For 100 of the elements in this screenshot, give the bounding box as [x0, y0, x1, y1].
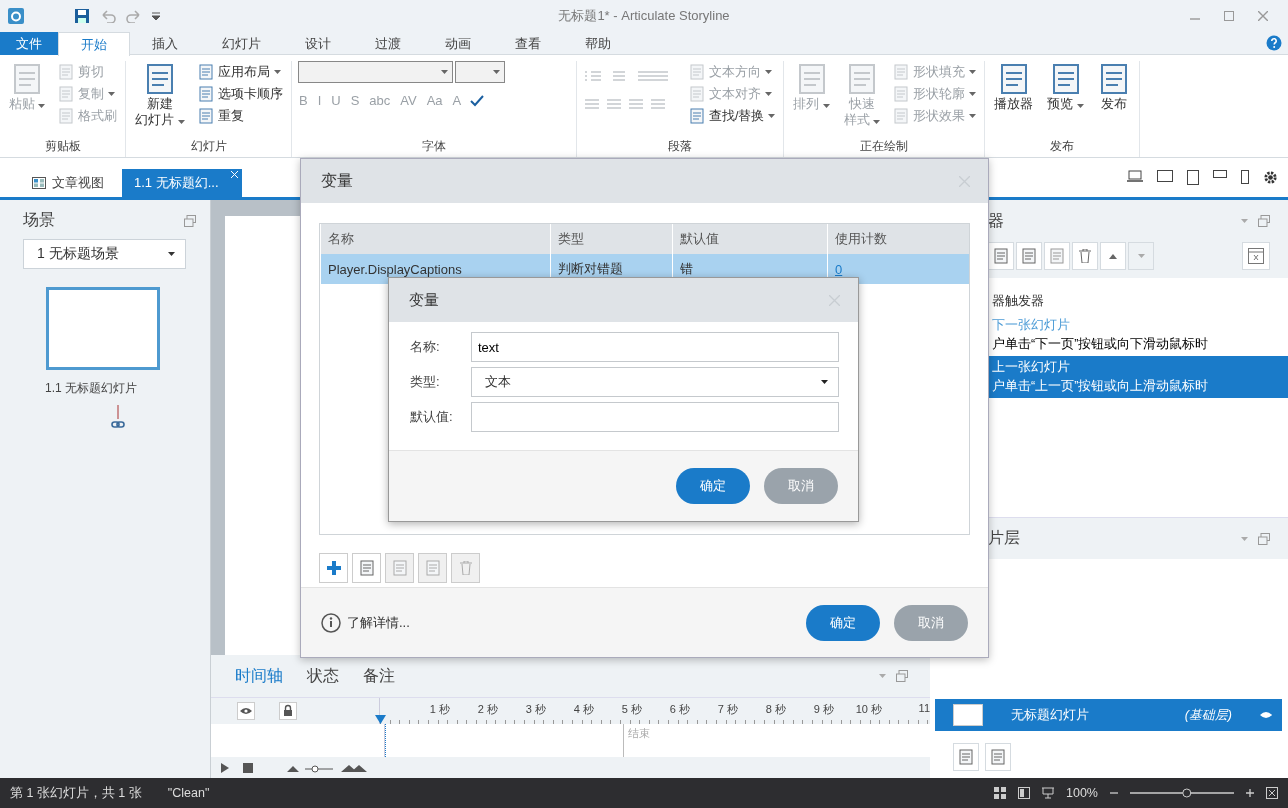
story-view-icon	[32, 177, 46, 189]
plus-icon	[325, 560, 342, 576]
slide-thumbnail[interactable]	[46, 287, 160, 370]
timeline-tab[interactable]: 状态	[297, 663, 349, 689]
normal-view-icon[interactable]	[1018, 787, 1030, 799]
redo-icon[interactable]	[126, 9, 142, 23]
ribbon-tab[interactable]: 查看	[493, 32, 563, 55]
group-label: 幻灯片	[189, 138, 228, 155]
ribbon-button[interactable]: 选项卡顺序	[195, 83, 285, 105]
variables-button[interactable]	[1242, 242, 1270, 270]
window-title: 无标题1* - Articulate Storyline	[558, 8, 730, 23]
paste-button[interactable]	[1044, 242, 1070, 270]
page-icon	[893, 64, 910, 80]
laptop-icon[interactable]	[1127, 170, 1143, 182]
ok-button[interactable]: 确定	[676, 468, 750, 504]
ribbon-button[interactable]: 新建 幻灯片	[132, 61, 188, 131]
fit-icon[interactable]	[1266, 787, 1278, 799]
learn-more-link[interactable]: 了解详情...	[347, 613, 410, 632]
variable-icon	[1248, 248, 1264, 264]
page-icon	[197, 86, 214, 102]
document-tab[interactable]: 1.1 无标题幻...	[122, 169, 242, 197]
font-size-dropdown[interactable]	[454, 61, 505, 83]
eye-icon[interactable]	[1260, 711, 1272, 719]
ribbon-button[interactable]: 发布	[1094, 61, 1133, 115]
type-dropdown[interactable]: 文本	[471, 367, 839, 397]
cancel-button[interactable]: 取消	[894, 604, 968, 641]
input-field[interactable]	[471, 402, 839, 432]
edit-button[interactable]	[352, 553, 381, 583]
caret-icon	[822, 104, 830, 108]
scene-dropdown[interactable]: 1 无标题场景	[23, 239, 186, 269]
ribbon-tab[interactable]: 设计	[283, 32, 353, 55]
maximize-icon[interactable]	[1224, 11, 1234, 21]
font-name-dropdown[interactable]	[297, 61, 453, 83]
app-icon[interactable]	[8, 8, 24, 24]
ribbon-tab[interactable]: 动画	[423, 32, 493, 55]
usage-link[interactable]: 0	[835, 261, 843, 277]
eye-icon[interactable]	[237, 702, 255, 720]
add-button[interactable]	[319, 553, 348, 583]
caret-icon	[969, 92, 977, 96]
zoom-in-icon[interactable]	[1246, 787, 1254, 799]
panel-title: 器	[988, 210, 1004, 231]
page-icon	[358, 560, 375, 576]
playhead-icon[interactable]	[375, 715, 386, 724]
ribbon-button[interactable]: 查找/替换	[686, 105, 778, 127]
ribbon-tab[interactable]: 插入	[130, 32, 200, 55]
file-menu-tab[interactable]: 文件	[0, 32, 58, 55]
preview-icon[interactable]	[1042, 787, 1054, 799]
field-label: 名称:	[410, 338, 441, 356]
restore-icon[interactable]	[1258, 532, 1270, 545]
ruler-label: 10 秒	[854, 702, 882, 717]
ribbon-button[interactable]: 预览	[1044, 61, 1087, 115]
copy-button[interactable]	[1016, 242, 1042, 270]
check-icon[interactable]	[470, 94, 485, 107]
ribbon-tab[interactable]: 过渡	[353, 32, 423, 55]
ribbon-button[interactable]: 应用布局	[195, 61, 285, 83]
duplicate-layer-button[interactable]	[985, 743, 1011, 771]
move-up-button[interactable]	[1100, 242, 1126, 270]
close-icon[interactable]	[1258, 11, 1268, 21]
ribbon-tab[interactable]: 幻灯片	[200, 32, 283, 55]
ok-button[interactable]: 确定	[806, 604, 880, 641]
caret-icon	[764, 92, 772, 96]
settings-icon[interactable]	[1263, 170, 1278, 185]
ribbon-button[interactable]: 播放器	[991, 61, 1037, 115]
caret-icon	[440, 70, 448, 74]
play-icon[interactable]	[221, 763, 229, 773]
ribbon-tab[interactable]: 帮助	[563, 32, 633, 55]
timeline-tab[interactable]: 时间轴	[225, 663, 293, 689]
lock-icon[interactable]	[279, 702, 297, 720]
restore-icon[interactable]	[1258, 215, 1270, 227]
document-tab[interactable]: 文章视图	[20, 169, 116, 197]
restore-icon[interactable]	[184, 214, 196, 227]
page-icon	[688, 86, 705, 102]
timeline-tab[interactable]: 备注	[353, 663, 405, 689]
caret-icon	[168, 252, 175, 256]
delete-button[interactable]	[1072, 242, 1098, 270]
save-icon[interactable]	[74, 8, 90, 24]
trigger-item[interactable]: 下一张幻灯片 户单击“下一页”按钮或向下滑动鼠标时	[930, 314, 1288, 356]
edit-button[interactable]	[988, 242, 1014, 270]
caret-icon	[1241, 219, 1248, 223]
input-field[interactable]: text	[471, 332, 839, 362]
ribbon-tab[interactable]: 开始	[58, 32, 130, 56]
caret-icon	[1241, 536, 1248, 541]
phone-icon[interactable]	[1241, 170, 1249, 184]
cancel-button[interactable]: 取消	[764, 468, 838, 504]
layer-row[interactable]: 无标题幻灯片 (基础层)	[935, 699, 1282, 731]
trash-icon	[1079, 249, 1091, 263]
tablet-icon[interactable]	[1157, 170, 1173, 182]
new-layer-button[interactable]	[953, 743, 979, 771]
caret-icon	[764, 70, 772, 74]
undo-icon[interactable]	[100, 9, 116, 23]
phone-icon[interactable]	[1213, 170, 1227, 178]
customize-icon[interactable]	[152, 12, 160, 20]
grid-icon[interactable]	[994, 787, 1006, 799]
page-icon	[993, 248, 1009, 264]
help-icon[interactable]	[1266, 35, 1282, 51]
ribbon-button[interactable]: 重复	[195, 105, 285, 127]
tablet-icon[interactable]	[1187, 170, 1199, 185]
caret-up-icon	[1109, 253, 1117, 259]
zoom-slider[interactable]	[1130, 787, 1234, 799]
restore-icon[interactable]	[896, 670, 908, 682]
